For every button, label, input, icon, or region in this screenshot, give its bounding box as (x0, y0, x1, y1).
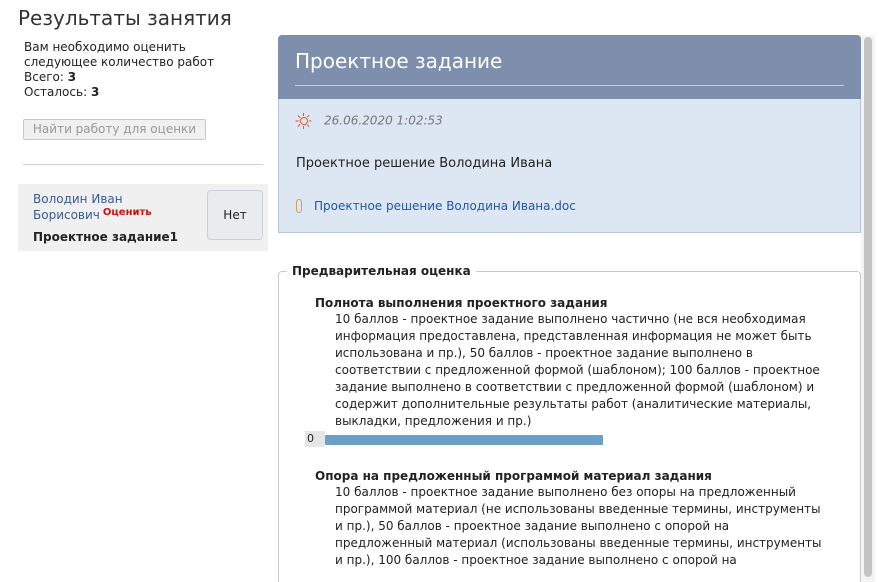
remaining-label: Осталось: (24, 85, 88, 99)
task-panel: Проектное задание 26.06.2020 1:02:53 Про… (278, 35, 861, 582)
criterion-2: Опора на предложенный программой материа… (315, 469, 850, 569)
find-work-button[interactable]: Найти работу для оценки (23, 119, 206, 140)
criterion-line: программой материал (не использованы вве… (335, 502, 821, 516)
panel-title-underline (295, 85, 844, 86)
criterion-line: соответствии с предложенной формой (шабл… (335, 363, 820, 377)
submission-date-row: 26.06.2020 1:02:53 (295, 113, 443, 129)
criterion-line: задание выполнено в соответствии с предл… (335, 380, 815, 394)
criterion-line: и пр.), 100 баллов - проектное задание в… (335, 553, 737, 567)
slider-track[interactable] (325, 435, 603, 445)
score-slider[interactable]: 0 (305, 431, 850, 449)
page-title: Результаты занятия (18, 6, 232, 30)
criterion-line: содержит дополнительные результаты работ… (335, 397, 812, 411)
evaluation-info: Вам необходимо оценить следующее количес… (18, 40, 268, 100)
student-name-line1[interactable]: Володин Иван (33, 192, 123, 206)
criterion-line: использована и пр.), 50 баллов - проектн… (335, 346, 753, 360)
criterion-description: 10 баллов - проектное задание выполнено … (335, 484, 850, 569)
sidebar: Вам необходимо оценить следующее количес… (18, 40, 268, 251)
submission-block: 26.06.2020 1:02:53 Проектное решение Вол… (278, 99, 861, 233)
panel-title: Проектное задание (295, 49, 503, 73)
preliminary-assessment: Предварительная оценка Полнота выполнени… (278, 264, 861, 582)
criterion-line: выкладки, предложения и пр.) (335, 414, 532, 428)
evaluate-link[interactable]: Оценить (103, 207, 152, 218)
submission-text: Проектное решение Володина Ивана (296, 156, 553, 171)
panel-header: Проектное задание (278, 35, 861, 99)
total-value: 3 (67, 70, 77, 84)
attachment-link[interactable]: Проектное решение Володина Ивана.doc (296, 198, 576, 214)
task-name: Проектное задание1 (33, 230, 179, 244)
total-label: Всего: (24, 70, 64, 84)
status-no-button[interactable]: Нет (207, 190, 263, 240)
scrollbar-thumb[interactable] (864, 37, 872, 577)
assessment-legend: Предварительная оценка (287, 264, 476, 278)
score-value: 0 (305, 431, 325, 447)
remaining-value: 3 (90, 85, 100, 99)
student-card[interactable]: Володин Иван Борисович Оценить Проектное … (18, 184, 268, 251)
criterion-title: Полнота выполнения проектного задания (315, 296, 608, 310)
attachment-name[interactable]: Проектное решение Володина Ивана.doc (314, 199, 576, 213)
divider (23, 164, 263, 165)
submission-date: 26.06.2020 1:02:53 (324, 113, 443, 128)
total-row: Всего: 3 (24, 70, 268, 85)
criterion-title: Опора на предложенный программой материа… (315, 469, 712, 483)
paperclip-icon (296, 198, 302, 213)
student-name[interactable]: Володин Иван Борисович Оценить (33, 191, 193, 225)
criterion-line: 10 баллов - проектное задание выполнено … (335, 485, 796, 499)
info-line-2: следующее количество работ (24, 55, 215, 69)
student-name-line2[interactable]: Борисович (33, 208, 100, 222)
criterion-description: 10 баллов - проектное задание выполнено … (335, 311, 850, 430)
remaining-row: Осталось: 3 (24, 85, 268, 100)
criterion-line: и пр.), 50 баллов - проектное задание вы… (335, 519, 730, 533)
info-line-1: Вам необходимо оценить (24, 40, 186, 54)
criterion-line: информация предоставлена, представленная… (335, 329, 812, 343)
criterion-line: предложенный материал (использованы введ… (335, 536, 822, 550)
criterion-1: Полнота выполнения проектного задания 10… (305, 296, 850, 449)
sun-icon (295, 113, 312, 129)
vertical-scrollbar[interactable] (861, 35, 875, 582)
criterion-line: 10 баллов - проектное задание выполнено … (335, 312, 806, 326)
